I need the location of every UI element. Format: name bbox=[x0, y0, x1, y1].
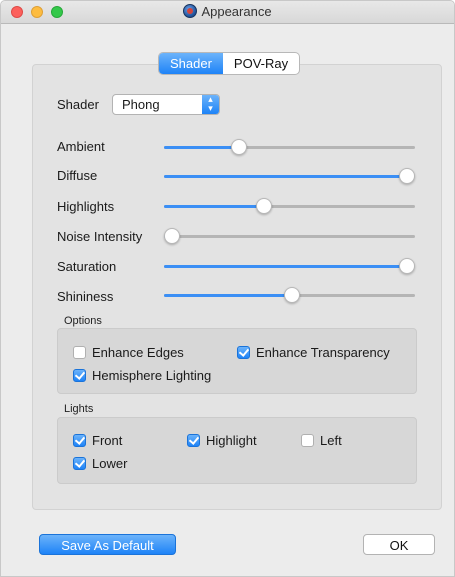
ambient-label: Ambient bbox=[57, 139, 105, 154]
select-arrows-icon: ▴ ▾ bbox=[202, 95, 219, 114]
diffuse-label: Diffuse bbox=[57, 168, 98, 183]
enhance-transparency-label: Enhance Transparency bbox=[256, 345, 390, 360]
shininess-label: Shininess bbox=[57, 289, 114, 304]
shader-select-value: Phong bbox=[122, 97, 160, 112]
options-section-title: Options bbox=[64, 315, 102, 327]
lights-group bbox=[57, 417, 417, 484]
enhance-transparency-checkbox[interactable]: Enhance Transparency bbox=[237, 345, 390, 360]
highlights-label: Highlights bbox=[57, 199, 115, 214]
lower-light-checkbox[interactable]: Lower bbox=[73, 456, 127, 471]
left-light-label: Left bbox=[320, 433, 342, 448]
diffuse-slider[interactable] bbox=[164, 168, 416, 184]
checkbox-checked-icon bbox=[73, 457, 86, 470]
shininess-slider-fill bbox=[164, 294, 292, 297]
tab-switcher: Shader POV-Ray bbox=[159, 53, 300, 74]
ambient-slider[interactable] bbox=[164, 139, 415, 155]
appearance-window: Appearance Shader POV-Ray Shader Phong ▴… bbox=[0, 0, 455, 577]
shininess-slider-knob[interactable] bbox=[284, 287, 300, 303]
lower-light-label: Lower bbox=[92, 456, 128, 471]
ok-button[interactable]: OK bbox=[363, 534, 435, 555]
hemisphere-lighting-label: Hemisphere Lighting bbox=[92, 368, 212, 383]
highlight-light-checkbox[interactable]: Highlight bbox=[187, 433, 257, 448]
saturation-label: Saturation bbox=[57, 259, 117, 274]
left-light-checkbox[interactable]: Left bbox=[301, 433, 342, 448]
window-title: Appearance bbox=[201, 4, 272, 19]
highlight-light-label: Highlight bbox=[206, 433, 257, 448]
enhance-edges-checkbox[interactable]: Enhance Edges bbox=[73, 345, 184, 360]
highlights-slider-fill bbox=[164, 205, 265, 208]
hemisphere-lighting-checkbox[interactable]: Hemisphere Lighting bbox=[73, 368, 211, 383]
lights-section-title: Lights bbox=[64, 403, 94, 415]
app-icon bbox=[183, 4, 198, 18]
options-group bbox=[57, 328, 417, 394]
diffuse-slider-fill bbox=[164, 175, 408, 178]
saturation-slider[interactable] bbox=[164, 258, 416, 274]
highlights-slider[interactable] bbox=[164, 198, 415, 214]
front-light-label: Front bbox=[92, 433, 123, 448]
noise-intensity-slider[interactable] bbox=[163, 228, 415, 244]
checkbox-checked-icon bbox=[237, 346, 250, 359]
checkbox-unchecked-icon bbox=[73, 346, 86, 359]
window-title-area: Appearance bbox=[1, 4, 454, 19]
noise-intensity-slider-knob[interactable] bbox=[163, 228, 180, 244]
tab-pov-ray[interactable]: POV-Ray bbox=[223, 53, 299, 74]
saturation-slider-fill bbox=[164, 265, 408, 268]
checkbox-unchecked-icon bbox=[301, 434, 314, 447]
ambient-slider-fill bbox=[164, 146, 240, 149]
checkbox-checked-icon bbox=[187, 434, 200, 447]
checkbox-checked-icon bbox=[73, 369, 86, 382]
tab-shader[interactable]: Shader bbox=[159, 53, 223, 74]
shininess-slider[interactable] bbox=[164, 287, 415, 303]
shader-label: Shader bbox=[57, 97, 99, 112]
title-bar[interactable]: Appearance bbox=[1, 1, 454, 24]
enhance-edges-label: Enhance Edges bbox=[92, 345, 184, 360]
noise-intensity-label: Noise Intensity bbox=[57, 229, 143, 244]
front-light-checkbox[interactable]: Front bbox=[73, 433, 122, 448]
shader-select[interactable]: Phong ▴ ▾ bbox=[112, 94, 220, 115]
save-as-default-button[interactable]: Save As Default bbox=[39, 534, 176, 555]
checkbox-checked-icon bbox=[73, 434, 86, 447]
